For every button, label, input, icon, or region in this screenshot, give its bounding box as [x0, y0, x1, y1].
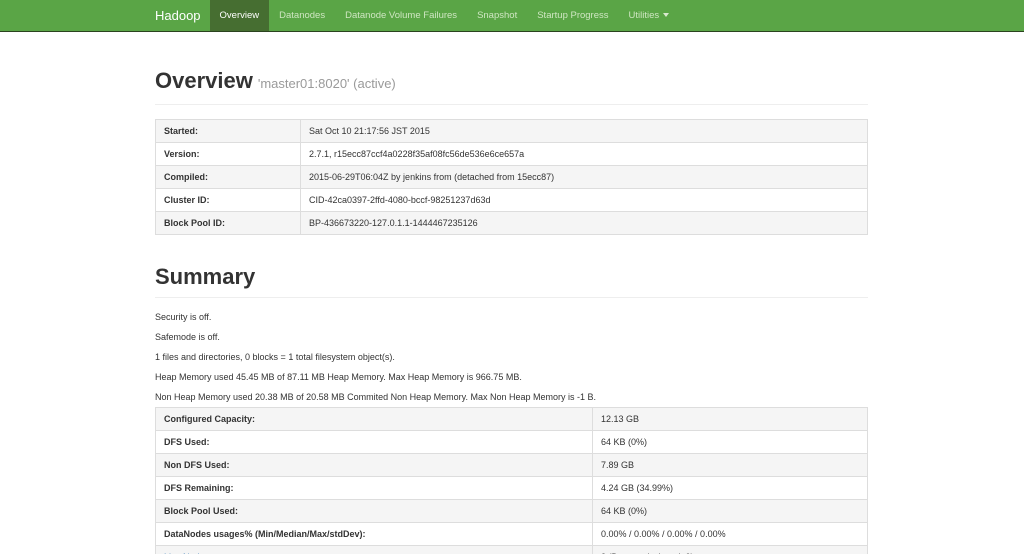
row-label: DFS Remaining: — [155, 476, 593, 500]
summary-line-security: Security is off. — [155, 312, 212, 322]
row-value: Sat Oct 10 21:17:56 JST 2015 — [300, 119, 868, 143]
page-title-subtitle: 'master01:8020' (active) — [257, 76, 396, 91]
summary-line-nonheap: Non Heap Memory used 20.38 MB of 20.58 M… — [155, 392, 597, 402]
page-title: Overview 'master01:8020' (active) — [155, 69, 868, 96]
row-value: 64 KB (0%) — [592, 499, 868, 523]
table-row: DFS Used: 64 KB (0%) — [155, 430, 868, 454]
row-label: Block Pool ID: — [155, 211, 301, 235]
divider — [155, 104, 868, 105]
table-row: Non DFS Used: 7.89 GB — [155, 453, 868, 477]
row-label: Live Nodes — [155, 545, 593, 554]
row-label: Cluster ID: — [155, 188, 301, 212]
cluster-info-table: Started: Sat Oct 10 21:17:56 JST 2015 Ve… — [155, 119, 868, 235]
tab-utilities-dropdown[interactable]: Utilities — [619, 0, 680, 31]
table-row: Compiled: 2015-06-29T06:04Z by jenkins f… — [155, 165, 868, 189]
caret-down-icon — [663, 13, 670, 17]
summary-table: Configured Capacity: 12.13 GB DFS Used: … — [155, 407, 868, 554]
table-row: Block Pool Used: 64 KB (0%) — [155, 499, 868, 523]
table-row: DataNodes usages% (Min/Median/Max/stdDev… — [155, 522, 868, 546]
tab-overview[interactable]: Overview — [209, 0, 270, 31]
row-label: Started: — [155, 119, 301, 143]
summary-text: Security is off. Safemode is off. 1 file… — [155, 312, 868, 403]
summary-line-heap: Heap Memory used 45.45 MB of 87.11 MB He… — [155, 372, 522, 382]
table-row: Cluster ID: CID-42ca0397-2ffd-4080-bccf-… — [155, 188, 868, 212]
table-row: Live Nodes 3 (Decommissioned: 0) — [155, 545, 868, 554]
row-value: 3 (Decommissioned: 0) — [592, 545, 868, 554]
row-label: Version: — [155, 142, 301, 166]
row-value: 7.89 GB — [592, 453, 868, 477]
table-row: Started: Sat Oct 10 21:17:56 JST 2015 — [155, 119, 868, 143]
row-value: CID-42ca0397-2ffd-4080-bccf-98251237d63d — [300, 188, 868, 212]
nav-tabs: Overview Datanodes Datanode Volume Failu… — [209, 0, 680, 31]
row-value: 4.24 GB (34.99%) — [592, 476, 868, 500]
tab-startup-progress[interactable]: Startup Progress — [527, 0, 618, 31]
row-value: 2015-06-29T06:04Z by jenkins from (detac… — [300, 165, 868, 189]
summary-line-safemode: Safemode is off. — [155, 332, 220, 342]
table-row: Version: 2.7.1, r15ecc87ccf4a0228f35af08… — [155, 142, 868, 166]
row-label: DataNodes usages% (Min/Median/Max/stdDev… — [155, 522, 593, 546]
row-label: Non DFS Used: — [155, 453, 593, 477]
summary-heading: Summary — [155, 264, 256, 289]
navbar: Hadoop Overview Datanodes Datanode Volum… — [0, 0, 1024, 32]
tab-datanodes[interactable]: Datanodes — [269, 0, 335, 31]
table-row: Block Pool ID: BP-436673220-127.0.1.1-14… — [155, 211, 868, 235]
tab-datanode-volume-failures[interactable]: Datanode Volume Failures — [335, 0, 467, 31]
row-value: 12.13 GB — [592, 407, 868, 431]
table-row: Configured Capacity: 12.13 GB — [155, 407, 868, 431]
row-label: Configured Capacity: — [155, 407, 593, 431]
row-label: Compiled: — [155, 165, 301, 189]
row-value: 0.00% / 0.00% / 0.00% / 0.00% — [592, 522, 868, 546]
main-content: Overview 'master01:8020' (active) Started… — [155, 69, 868, 554]
tab-utilities-label: Utilities — [628, 10, 660, 21]
brand-link[interactable]: Hadoop — [155, 0, 201, 31]
row-label: Block Pool Used: — [155, 499, 593, 523]
table-row: DFS Remaining: 4.24 GB (34.99%) — [155, 476, 868, 500]
row-label: DFS Used: — [155, 430, 593, 454]
divider — [155, 297, 868, 298]
row-value: 64 KB (0%) — [592, 430, 868, 454]
row-value: BP-436673220-127.0.1.1-1444467235126 — [300, 211, 868, 235]
summary-line-filesystem: 1 files and directories, 0 blocks = 1 to… — [155, 352, 395, 362]
tab-snapshot[interactable]: Snapshot — [467, 0, 527, 31]
page-title-text: Overview — [155, 68, 253, 93]
row-value: 2.7.1, r15ecc87ccf4a0228f35af08fc56de536… — [300, 142, 868, 166]
